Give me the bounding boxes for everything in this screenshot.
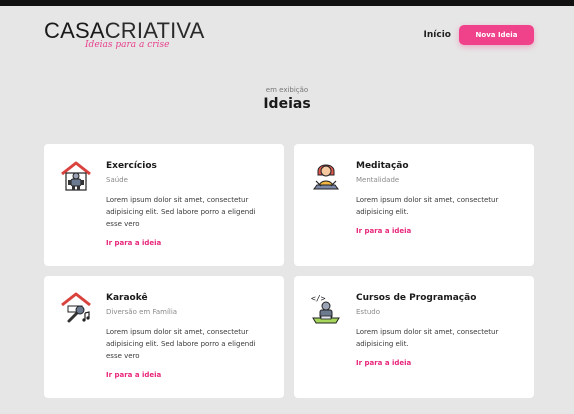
card-category: Saúde	[106, 176, 128, 184]
card-link[interactable]: Ir para a ideia	[106, 371, 161, 379]
karaoke-icon	[61, 292, 91, 323]
card-title: Meditação	[356, 161, 409, 171]
ideas-grid: Exercícios Saúde Lorem ipsum dolor sit a…	[44, 144, 534, 398]
card-link[interactable]: Ir para a ideia	[356, 359, 411, 367]
card-description: Lorem ipsum dolor sit amet, consectetur …	[106, 328, 256, 360]
card-description: Lorem ipsum dolor sit amet, consectetur …	[356, 328, 499, 348]
page-title: Ideias	[263, 96, 311, 112]
programming-icon: </>	[311, 294, 340, 324]
card-title: Karaokê	[106, 293, 148, 303]
meditation-icon	[313, 164, 339, 190]
card-title: Cursos de Programação	[356, 293, 477, 303]
card-link[interactable]: Ir para a ideia	[106, 239, 161, 247]
card-title: Exercícios	[106, 161, 157, 171]
idea-card: </> Cursos de Programação Estudo Lorem i…	[294, 276, 534, 398]
idea-card: Exercícios Saúde Lorem ipsum dolor sit a…	[44, 144, 284, 266]
logo-tagline: Ideias para a crise	[85, 40, 170, 50]
card-category: Estudo	[356, 308, 380, 316]
card-category: Mentalidade	[356, 176, 400, 184]
idea-card: Meditação Mentalidade Lorem ipsum dolor …	[294, 144, 534, 266]
card-category: Diversão em Família	[106, 308, 178, 316]
svg-text:</>: </>	[311, 294, 326, 303]
nav-link-home[interactable]: Início	[424, 30, 451, 40]
home-workout-icon	[61, 161, 91, 191]
idea-card: Karaokê Diversão em Família Lorem ipsum …	[44, 276, 284, 398]
card-description: Lorem ipsum dolor sit amet, consectetur …	[106, 196, 256, 228]
card-description: Lorem ipsum dolor sit amet, consectetur …	[356, 196, 499, 216]
top-bar	[0, 0, 574, 6]
new-idea-button[interactable]: Nova Ideia	[459, 25, 534, 45]
section-eyebrow: em exibição	[265, 86, 309, 94]
main-nav: Início Nova Ideia	[424, 25, 534, 45]
card-link[interactable]: Ir para a ideia	[356, 227, 411, 235]
logo[interactable]: CASACRIATIVA Ideias para a crise	[44, 19, 205, 51]
